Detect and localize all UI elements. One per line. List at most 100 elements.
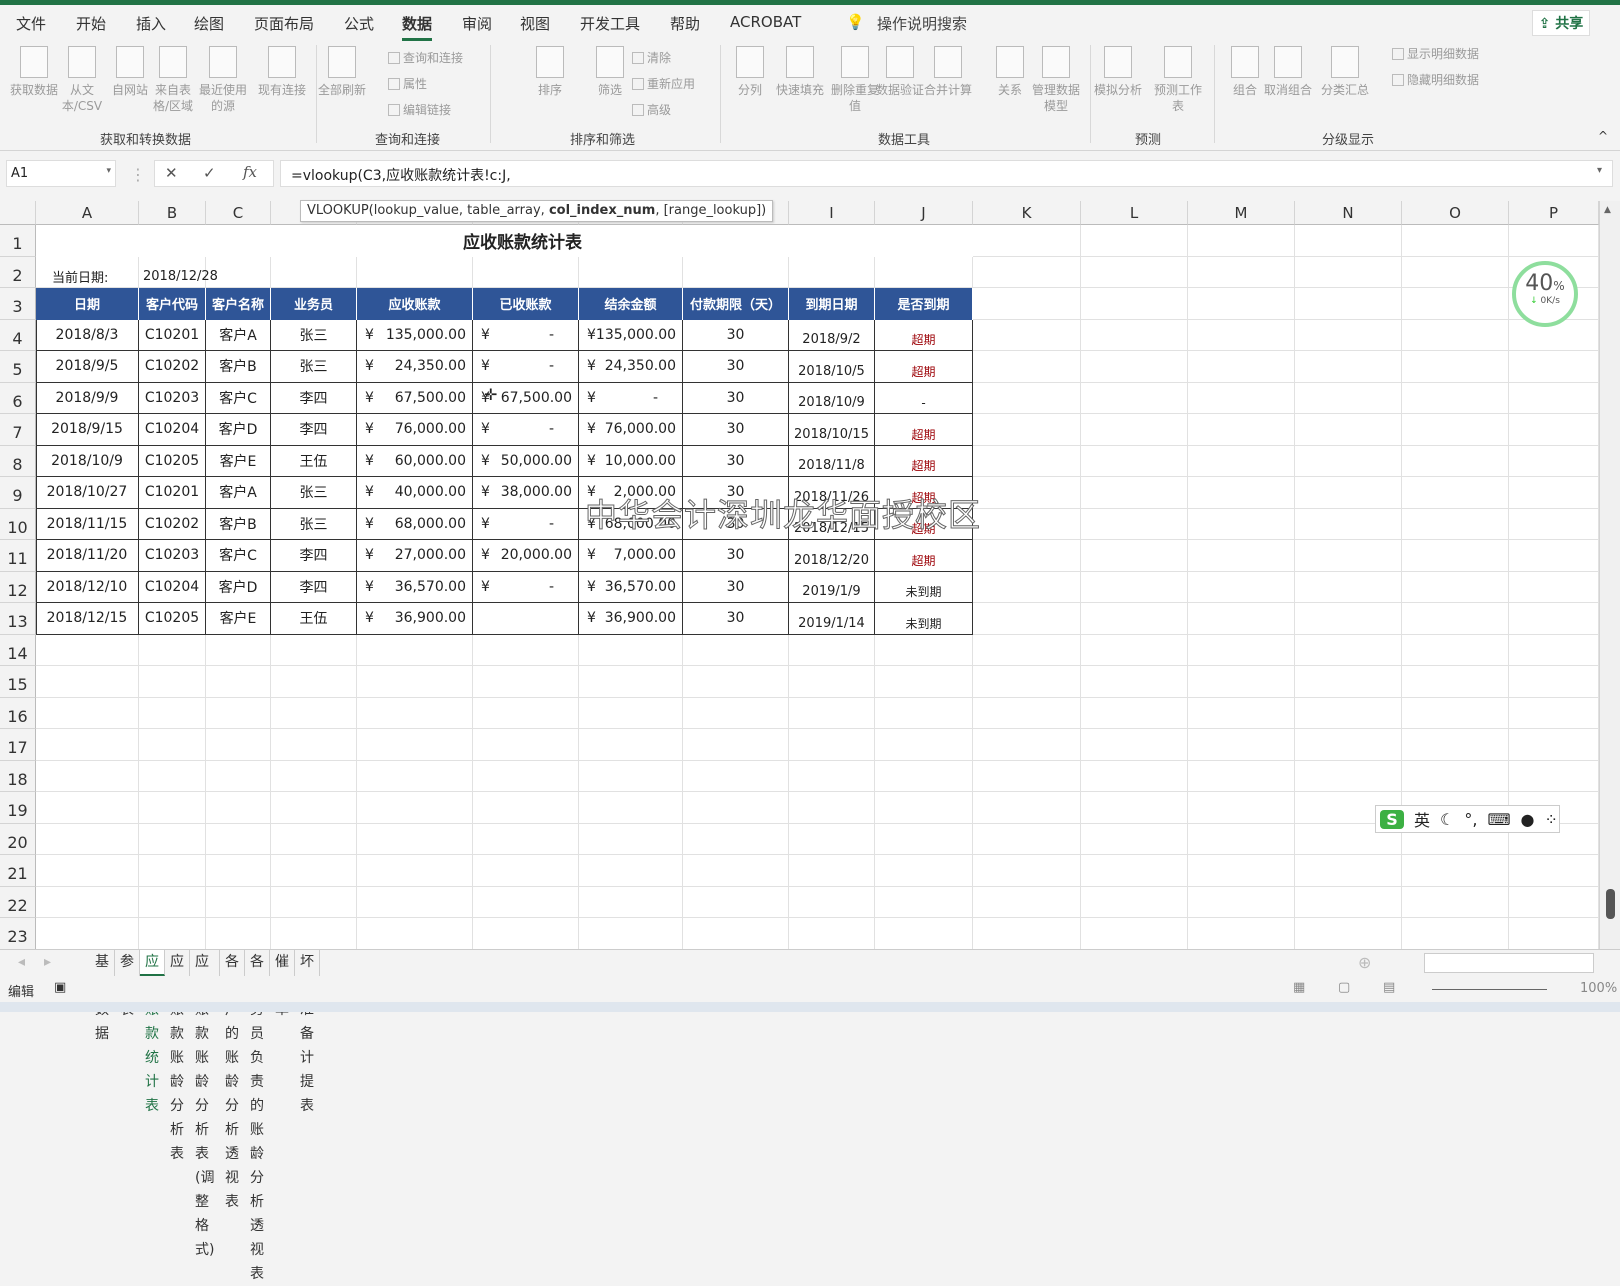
ribbon-button[interactable]: 现有连接 [258,46,306,98]
row-header[interactable]: 20 [0,823,36,855]
table-cell[interactable]: 张三 [271,351,357,383]
table-cell[interactable]: 李四 [271,382,357,414]
table-cell[interactable]: 2018/12/10 [36,571,139,603]
ribbon-button[interactable]: 自网站 [106,46,154,98]
column-header[interactable]: M [1188,201,1295,225]
row-header[interactable]: 12 [0,571,36,603]
menu-tab[interactable]: 帮助 [670,13,700,34]
row-header[interactable]: 5 [0,351,36,383]
table-cell[interactable]: 未到期 [875,571,973,603]
ribbon-small-button[interactable]: 清除 [632,49,671,66]
table-cell[interactable]: 2018/8/3 [36,319,139,351]
ribbon-small-button[interactable]: 查询和连接 [388,49,463,66]
table-cell[interactable] [473,603,579,635]
table-cell[interactable]: C10202 [139,508,206,540]
ribbon-small-button[interactable]: 显示明细数据 [1392,45,1479,62]
table-cell[interactable]: ¥27,000.00 [357,540,473,572]
ribbon-button[interactable]: 组合 [1221,46,1269,98]
table-cell[interactable]: ¥36,900.00 [357,603,473,635]
table-cell[interactable]: C10204 [139,414,206,446]
table-cell[interactable]: 客户E [206,445,271,477]
ribbon-small-button[interactable]: 重新应用 [632,75,695,92]
ribbon-button[interactable]: 全部刷新 [318,46,366,98]
ribbon-button[interactable]: 筛选 [586,46,634,98]
table-cell[interactable]: ¥76,000.00 [357,414,473,446]
column-header[interactable]: C [206,201,271,225]
row-header[interactable]: 7 [0,414,36,446]
table-cell[interactable]: C10203 [139,382,206,414]
table-cell[interactable]: 2018/9/9 [36,382,139,414]
table-cell[interactable]: 30 [683,571,789,603]
expand-icon[interactable]: ▾ [1597,165,1602,176]
table-cell[interactable]: 30 [683,319,789,351]
row-header[interactable]: 18 [0,760,36,792]
row-header[interactable]: 23 [0,918,36,949]
sheet-title[interactable]: 应收账款统计表 [36,225,973,257]
table-cell[interactable]: 2018/10/9 [789,382,875,414]
table-cell[interactable]: ¥50,000.00 [473,445,579,477]
table-cell[interactable]: ¥135,000.00 [579,319,683,351]
table-cell[interactable]: ¥10,000.00 [579,445,683,477]
table-cell[interactable]: 王伍 [271,445,357,477]
row-header[interactable]: 9 [0,477,36,509]
ribbon-button[interactable]: 模拟分析 [1094,46,1142,98]
column-header[interactable]: B [139,201,206,225]
table-cell[interactable]: 30 [683,351,789,383]
next-sheet-icon[interactable]: ▸ [44,954,51,970]
table-cell[interactable]: ¥40,000.00 [357,477,473,509]
table-cell[interactable]: 30 [683,445,789,477]
table-cell[interactable]: 2018/12/15 [36,603,139,635]
table-cell[interactable]: 30 [683,382,789,414]
table-cell[interactable]: C10201 [139,319,206,351]
menu-tab[interactable]: 数据 [402,13,433,41]
table-header-cell[interactable]: 结余金额 [579,288,683,320]
column-header[interactable]: K [973,201,1081,225]
sheet-tab[interactable]: 基础数据 [90,950,115,1042]
table-cell[interactable]: 客户B [206,508,271,540]
sheet-tab[interactable]: 坏账准备计提表 [295,950,320,1114]
table-cell[interactable]: 客户D [206,414,271,446]
table-cell[interactable]: 李四 [271,571,357,603]
current-date-label[interactable]: 当前日期: [36,257,139,289]
ribbon-button[interactable]: 预测工作表 [1154,46,1202,114]
row-header[interactable]: 19 [0,792,36,824]
table-cell[interactable]: 2018/12/20 [789,540,875,572]
sheet-tab[interactable]: 催款单 [270,950,295,1018]
table-cell[interactable]: ¥24,350.00 [357,351,473,383]
page-layout-icon[interactable]: ▢ [1338,980,1350,995]
row-header[interactable]: 16 [0,697,36,729]
sheet-tab[interactable]: 应收账款账龄分析表 (调整格式) [190,950,221,1258]
ribbon-button[interactable]: 数据验证 [876,46,924,98]
row-header[interactable]: 22 [0,886,36,918]
table-cell[interactable]: 张三 [271,319,357,351]
table-cell[interactable]: 2018/10/15 [789,414,875,446]
column-header[interactable]: I [789,201,875,225]
ribbon-small-button[interactable]: 编辑链接 [388,101,451,118]
keyboard-icon[interactable]: ⌨ [1487,810,1510,829]
ribbon-button[interactable]: 来自表格/区域 [149,46,197,114]
table-cell[interactable]: 客户A [206,319,271,351]
menu-tab[interactable]: 公式 [344,13,374,34]
menu-tab[interactable]: 视图 [520,13,550,34]
cancel-icon[interactable]: ✕ [165,164,178,182]
status-overdue[interactable]: 超期 [875,319,973,351]
collapse-ribbon-icon[interactable]: ^ [1598,129,1608,143]
ribbon-button[interactable]: 关系 [986,46,1034,98]
status-overdue[interactable]: 超期 [875,351,973,383]
table-header-cell[interactable]: 客户名称 [206,288,271,320]
table-cell[interactable]: ¥38,000.00 [473,477,579,509]
table-cell[interactable]: ¥ - [579,382,683,414]
row-header[interactable]: 6 [0,382,36,414]
row-header[interactable]: 10 [0,508,36,540]
table-cell[interactable]: ¥67,500.00 [357,382,473,414]
table-header-cell[interactable]: 应收账款 [357,288,473,320]
table-cell[interactable]: ¥36,900.00 [579,603,683,635]
table-cell[interactable]: 2018/9/15 [36,414,139,446]
row-header[interactable]: 14 [0,634,36,666]
row-header[interactable]: 8 [0,445,36,477]
table-cell[interactable]: C10204 [139,571,206,603]
prev-sheet-icon[interactable]: ◂ [18,954,25,970]
menu-tab[interactable]: 开始 [76,13,106,34]
table-cell[interactable]: ¥60,000.00 [357,445,473,477]
ribbon-button[interactable]: 取消组合 [1264,46,1312,98]
